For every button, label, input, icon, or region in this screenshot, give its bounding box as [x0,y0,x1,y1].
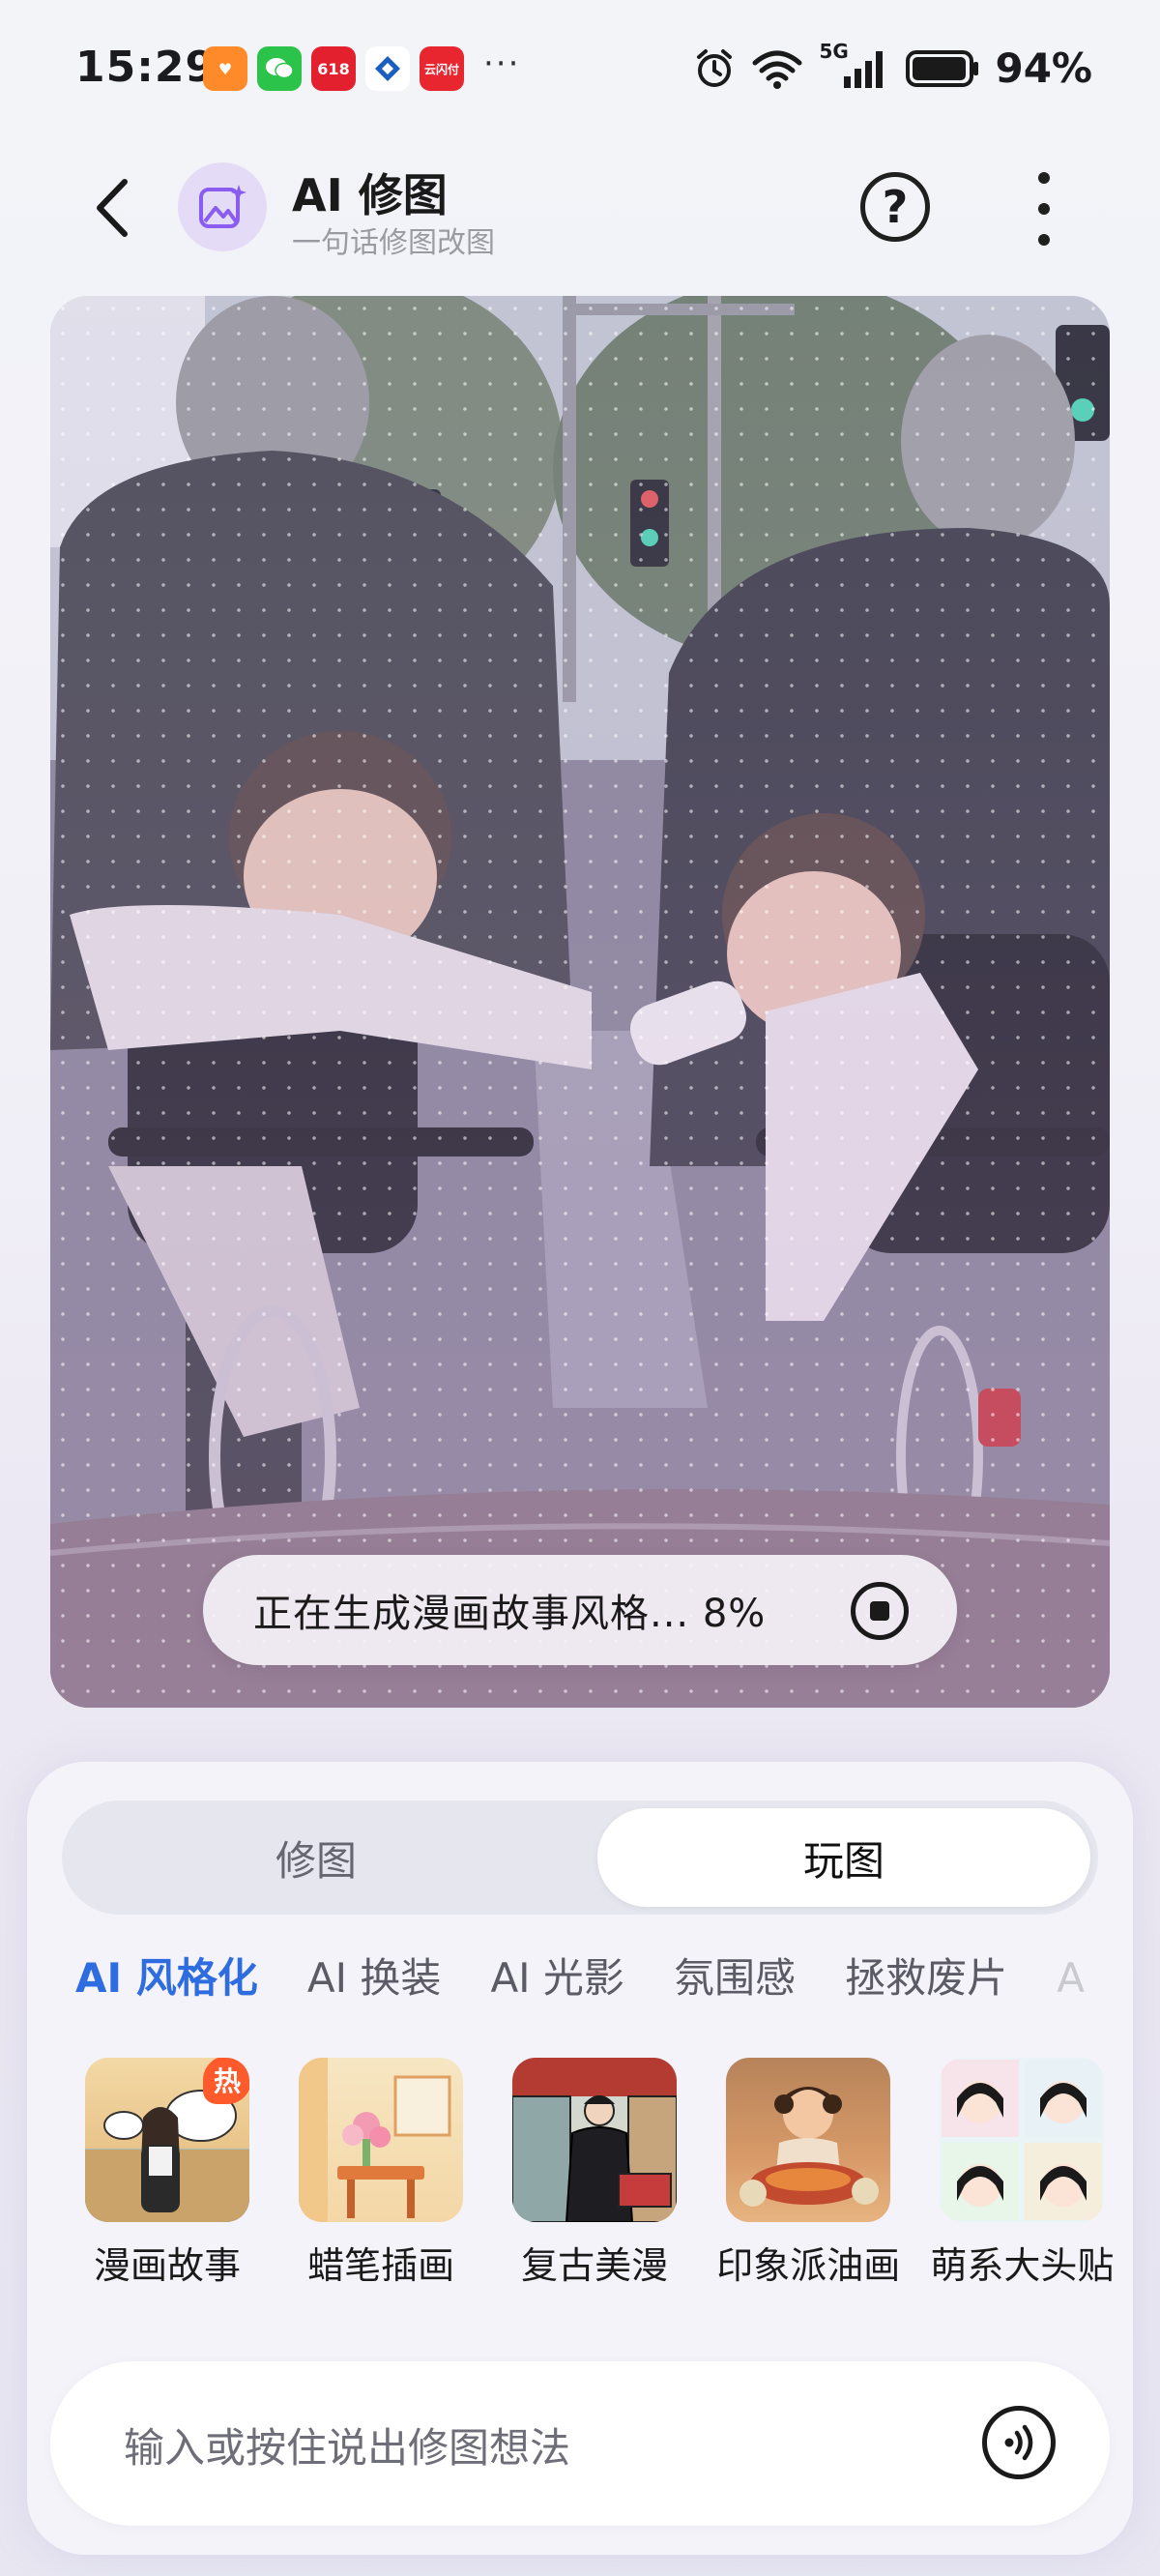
progress-text: 正在生成漫画故事风格... 8% [253,1592,767,1636]
category-ai-stylize[interactable]: AI 风格化 [75,1946,258,2005]
edit-panel: 修图 玩图 AI 风格化 AI 换装 AI 光影 氛围感 拯救废片 A 热 漫画… [27,1762,1133,2555]
question-circle-icon: ? [882,181,909,233]
style-item-cute-sticker[interactable]: 萌系大头贴 [930,2058,1114,2289]
status-bar: 15:29 ♥ 618 云闪付 ··· 5G 94% [0,0,1160,145]
category-ai-outfit[interactable]: AI 换装 [307,1946,441,2005]
wifi-icon [752,50,802,89]
wechat-app-icon [257,46,302,91]
voice-input-button[interactable] [982,2406,1056,2479]
ai-retouch-logo [178,162,267,251]
back-button[interactable] [79,174,147,242]
help-button[interactable]: ? [860,172,930,242]
category-atmosphere[interactable]: 氛围感 [674,1946,796,2005]
category-ai-lighting[interactable]: AI 光影 [490,1946,624,2005]
status-right: 5G 94% [693,40,1092,92]
retro-comic-artwork [512,2058,678,2222]
category-partial[interactable]: A [1057,1954,1085,2002]
cellular-signal-icon: 5G [819,40,890,90]
mode-switch: 修图 玩图 [62,1800,1098,1915]
style-label: 印象派油画 [716,2244,901,2287]
stop-icon [870,1601,889,1621]
status-time: 15:29 [75,43,217,92]
style-label: 蜡笔插画 [307,2244,455,2287]
tab-retouch[interactable]: 修图 [70,1808,563,1907]
style-label: 萌系大头贴 [930,2244,1115,2287]
style-label: 复古美漫 [521,2244,669,2287]
oil-painting-artwork [740,2087,880,2207]
style-item-impressionist-oil[interactable]: 印象派油画 [716,2058,900,2289]
photo-preview: 正在生成漫画故事风格... 8% [50,296,1110,1708]
taobao-app-icon: ♥ [203,46,247,91]
style-thumbnail [299,2058,464,2222]
style-thumbnail [726,2058,891,2222]
voice-input-icon [1004,2424,1033,2461]
prompt-input-placeholder: 输入或按住说出修图想法 [124,2424,571,2472]
alarm-icon [697,48,733,87]
hot-badge: 热 [203,2058,249,2104]
style-label: 漫画故事 [93,2244,241,2287]
magic-image-icon [199,185,246,228]
crayon-artwork [299,2058,451,2222]
style-item-crayon-illustration[interactable]: 蜡笔插画 [289,2058,473,2289]
battery-icon [906,49,979,87]
stop-generation-button[interactable] [851,1582,909,1640]
prompt-input-bar[interactable]: 输入或按住说出修图想法 [50,2361,1110,2526]
processing-overlay [50,296,1110,1708]
tab-play[interactable]: 玩图 [597,1808,1090,1907]
sticker-artwork [942,2060,1103,2220]
style-thumbnail [512,2058,678,2222]
notification-app-icons: ♥ 618 云闪付 ··· [203,44,521,91]
page-title: AI 修图 [292,169,448,221]
style-list: 热 漫画故事 蜡笔插画 复古美漫 印象派油画 萌系大头贴 [75,2058,1133,2290]
page-subtitle: 一句话修图改图 [292,226,495,260]
pinduoduo-app-icon: 618 [311,46,356,91]
category-rescue-photos[interactable]: 拯救废片 [845,1946,1007,2005]
unionpay-app-icon [365,46,410,91]
more-options-button[interactable] [1025,172,1063,246]
battery-percentage: 94% [995,44,1092,92]
category-tabs: AI 风格化 AI 换装 AI 光影 氛围感 拯救废片 A [75,1946,1133,2023]
more-notifications-indicator: ··· [483,44,521,83]
yunshanfu-app-icon: 云闪付 [420,46,464,91]
generation-progress: 正在生成漫画故事风格... 8% [203,1555,957,1665]
chevron-left-icon [97,179,128,237]
style-item-comic-story[interactable]: 热 漫画故事 [75,2058,259,2289]
style-thumbnail: 热 [85,2058,249,2222]
style-item-retro-comic[interactable]: 复古美漫 [503,2058,686,2289]
app-header: AI 修图 一句话修图改图 ? [0,155,1160,261]
more-vertical-icon [1038,172,1050,184]
style-thumbnail [940,2058,1105,2222]
